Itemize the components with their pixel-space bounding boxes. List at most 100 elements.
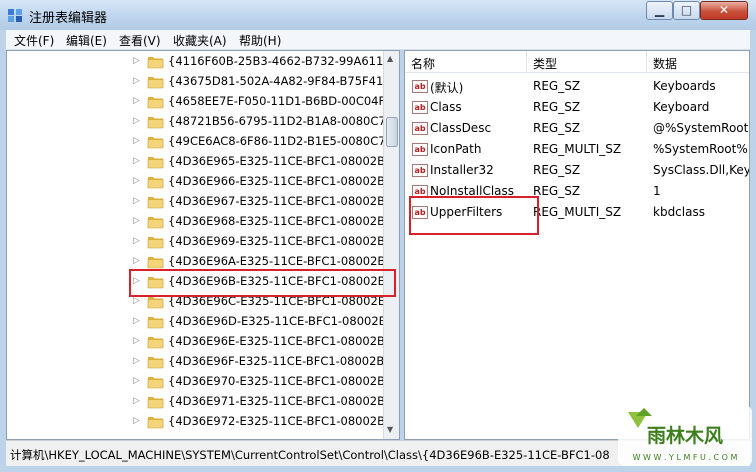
tree-item[interactable]: ▷ {4116F60B-25B3-4662-B732-99A6111 bbox=[7, 52, 383, 72]
tree-item-label: {4D36E96F-E325-11CE-BFC1-08002BE bbox=[168, 354, 383, 368]
value-data: Keyboards bbox=[653, 79, 716, 93]
value-row[interactable]: ab Installer32 REG_SZ SysClass.Dll,Key bbox=[405, 160, 749, 181]
tree-item-label: {4D36E970-E325-11CE-BFC1-08002BE bbox=[168, 374, 383, 388]
tree-item-label: {4658EE7E-F050-11D1-B6BD-00C04FA bbox=[168, 94, 383, 108]
expand-arrow-icon[interactable]: ▷ bbox=[133, 396, 140, 406]
string-value-icon: ab bbox=[412, 143, 428, 156]
value-row[interactable]: ab ClassDesc REG_SZ @%SystemRoot bbox=[405, 118, 749, 139]
tree-item[interactable]: ▷ {4D36E968-E325-11CE-BFC1-08002BE bbox=[7, 212, 383, 232]
column-header-name[interactable]: 名称 bbox=[405, 51, 527, 73]
column-header-data[interactable]: 数据 bbox=[647, 51, 749, 73]
tree-item[interactable]: ▷ {4D36E96E-E325-11CE-BFC1-08002BE bbox=[7, 332, 383, 352]
expand-arrow-icon[interactable]: ▷ bbox=[133, 136, 140, 146]
tree-vertical-scrollbar[interactable]: ▲ ▼ bbox=[383, 51, 399, 439]
tree-item[interactable]: ▷ {4D36E965-E325-11CE-BFC1-08002BE bbox=[7, 152, 383, 172]
folder-icon bbox=[147, 355, 164, 369]
key-path-text: 计算机\HKEY_LOCAL_MACHINE\SYSTEM\CurrentCon… bbox=[10, 448, 610, 462]
value-data: @%SystemRoot bbox=[653, 121, 749, 135]
folder-icon bbox=[147, 115, 164, 129]
scroll-down-arrow-icon[interactable]: ▼ bbox=[387, 425, 393, 434]
folder-icon bbox=[147, 375, 164, 389]
folder-icon bbox=[147, 95, 164, 109]
value-name: ClassDesc bbox=[430, 121, 492, 135]
menu-favorites[interactable]: 收藏夹(A) bbox=[173, 32, 227, 49]
scroll-thumb[interactable] bbox=[386, 117, 398, 147]
window-title: 注册表编辑器 bbox=[29, 11, 108, 26]
selected-key-highlight-box bbox=[129, 269, 396, 297]
value-type: REG_SZ bbox=[533, 79, 581, 93]
maximize-button[interactable]: □ bbox=[673, 1, 700, 20]
tree-item-label: {4116F60B-25B3-4662-B732-99A6111 bbox=[168, 54, 383, 68]
tree-item-label: {4D36E969-E325-11CE-BFC1-08002BE bbox=[168, 234, 383, 248]
close-button[interactable]: ✕ bbox=[700, 1, 748, 20]
expand-arrow-icon[interactable]: ▷ bbox=[133, 56, 140, 66]
tree-item[interactable]: ▷ {4D36E970-E325-11CE-BFC1-08002BE bbox=[7, 372, 383, 392]
title-bar: 注册表编辑器 ▁ □ ✕ bbox=[0, 0, 756, 30]
tree-item[interactable]: ▷ {4D36E971-E325-11CE-BFC1-08002BE bbox=[7, 392, 383, 412]
folder-icon bbox=[147, 55, 164, 69]
value-row[interactable]: ab IconPath REG_MULTI_SZ %SystemRoot% bbox=[405, 139, 749, 160]
expand-arrow-icon[interactable]: ▷ bbox=[133, 196, 140, 206]
tree-item[interactable]: ▷ {4D36E966-E325-11CE-BFC1-08002BE bbox=[7, 172, 383, 192]
tree-item[interactable]: ▷ {4D36E96F-E325-11CE-BFC1-08002BE bbox=[7, 352, 383, 372]
string-value-icon: ab bbox=[412, 80, 428, 93]
value-data: Keyboard bbox=[653, 100, 710, 114]
folder-icon bbox=[147, 335, 164, 349]
tree-item-label: {4D36E965-E325-11CE-BFC1-08002BE bbox=[168, 154, 383, 168]
expand-arrow-icon[interactable]: ▷ bbox=[133, 176, 140, 186]
expand-arrow-icon[interactable]: ▷ bbox=[133, 296, 140, 306]
value-data: kbdclass bbox=[653, 205, 705, 219]
tree-item[interactable]: ▷ {49CE6AC8-6F86-11D2-B1E5-0080C72 bbox=[7, 132, 383, 152]
tree-item[interactable]: ▷ {43675D81-502A-4A82-9F84-B75F418 bbox=[7, 72, 383, 92]
menu-bar: 文件(F) 编辑(E) 查看(V) 收藏夹(A) 帮助(H) bbox=[6, 30, 750, 50]
folder-icon bbox=[147, 75, 164, 89]
tree-item[interactable]: ▷ {4D36E969-E325-11CE-BFC1-08002BE bbox=[7, 232, 383, 252]
expand-arrow-icon[interactable]: ▷ bbox=[133, 216, 140, 226]
value-name: Class bbox=[430, 100, 462, 114]
folder-icon bbox=[147, 395, 164, 409]
tree-item[interactable]: ▷ {4D36E967-E325-11CE-BFC1-08002BE bbox=[7, 192, 383, 212]
menu-view[interactable]: 查看(V) bbox=[119, 32, 161, 49]
key-tree-pane[interactable]: ▷ {4116F60B-25B3-4662-B732-99A6111 ▷ {43675… bbox=[6, 50, 400, 440]
menu-edit[interactable]: 编辑(E) bbox=[66, 32, 107, 49]
tree-item-label: {4D36E96D-E325-11CE-BFC1-08002BE bbox=[168, 314, 383, 328]
value-data: 1 bbox=[653, 184, 661, 198]
menu-file[interactable]: 文件(F) bbox=[14, 32, 54, 49]
tree-item[interactable]: ▷ {48721B56-6795-11D2-B1A8-0080C72 bbox=[7, 112, 383, 132]
registry-editor-icon bbox=[8, 9, 22, 22]
folder-icon bbox=[147, 215, 164, 229]
folder-icon bbox=[147, 135, 164, 149]
value-row[interactable]: ab Class REG_SZ Keyboard bbox=[405, 97, 749, 118]
expand-arrow-icon[interactable]: ▷ bbox=[133, 236, 140, 246]
svg-text:W W W . Y L M F U . C O M: W W W . Y L M F U . C O M bbox=[633, 453, 738, 462]
value-type: REG_MULTI_SZ bbox=[533, 142, 622, 156]
expand-arrow-icon[interactable]: ▷ bbox=[133, 376, 140, 386]
string-value-icon: ab bbox=[412, 164, 428, 177]
expand-arrow-icon[interactable]: ▷ bbox=[133, 416, 140, 426]
tree-item-label: {4D36E968-E325-11CE-BFC1-08002BE bbox=[168, 214, 383, 228]
tree-item[interactable]: ▷ {4D36E972-E325-11CE-BFC1-08002BE bbox=[7, 412, 383, 432]
tree-item-label: {4D36E967-E325-11CE-BFC1-08002BE bbox=[168, 194, 383, 208]
expand-arrow-icon[interactable]: ▷ bbox=[133, 116, 140, 126]
tree-item-label: {4D36E96A-E325-11CE-BFC1-08002BE bbox=[168, 254, 383, 268]
expand-arrow-icon[interactable]: ▷ bbox=[133, 356, 140, 366]
minimize-button[interactable]: ▁ bbox=[646, 1, 673, 20]
folder-icon bbox=[147, 235, 164, 249]
value-row[interactable]: ab (默认) REG_SZ Keyboards bbox=[405, 76, 749, 97]
tree-item[interactable]: ▷ {4D36E96D-E325-11CE-BFC1-08002BE bbox=[7, 312, 383, 332]
expand-arrow-icon[interactable]: ▷ bbox=[133, 156, 140, 166]
tree-item[interactable]: ▷ {4658EE7E-F050-11D1-B6BD-00C04FA bbox=[7, 92, 383, 112]
column-header-type[interactable]: 类型 bbox=[527, 51, 647, 73]
expand-arrow-icon[interactable]: ▷ bbox=[133, 256, 140, 266]
upperfilters-highlight-box bbox=[409, 196, 539, 235]
expand-arrow-icon[interactable]: ▷ bbox=[133, 96, 140, 106]
tree-item-label: {49CE6AC8-6F86-11D2-B1E5-0080C72 bbox=[168, 134, 383, 148]
menu-help[interactable]: 帮助(H) bbox=[239, 32, 281, 49]
folder-icon bbox=[147, 195, 164, 209]
expand-arrow-icon[interactable]: ▷ bbox=[133, 316, 140, 326]
scroll-up-arrow-icon[interactable]: ▲ bbox=[387, 54, 393, 63]
value-list-pane[interactable]: 名称 类型 数据 ab (默认) REG_SZ Keyboards ab Class REG… bbox=[404, 50, 750, 440]
folder-icon bbox=[147, 175, 164, 189]
expand-arrow-icon[interactable]: ▷ bbox=[133, 76, 140, 86]
expand-arrow-icon[interactable]: ▷ bbox=[133, 336, 140, 346]
